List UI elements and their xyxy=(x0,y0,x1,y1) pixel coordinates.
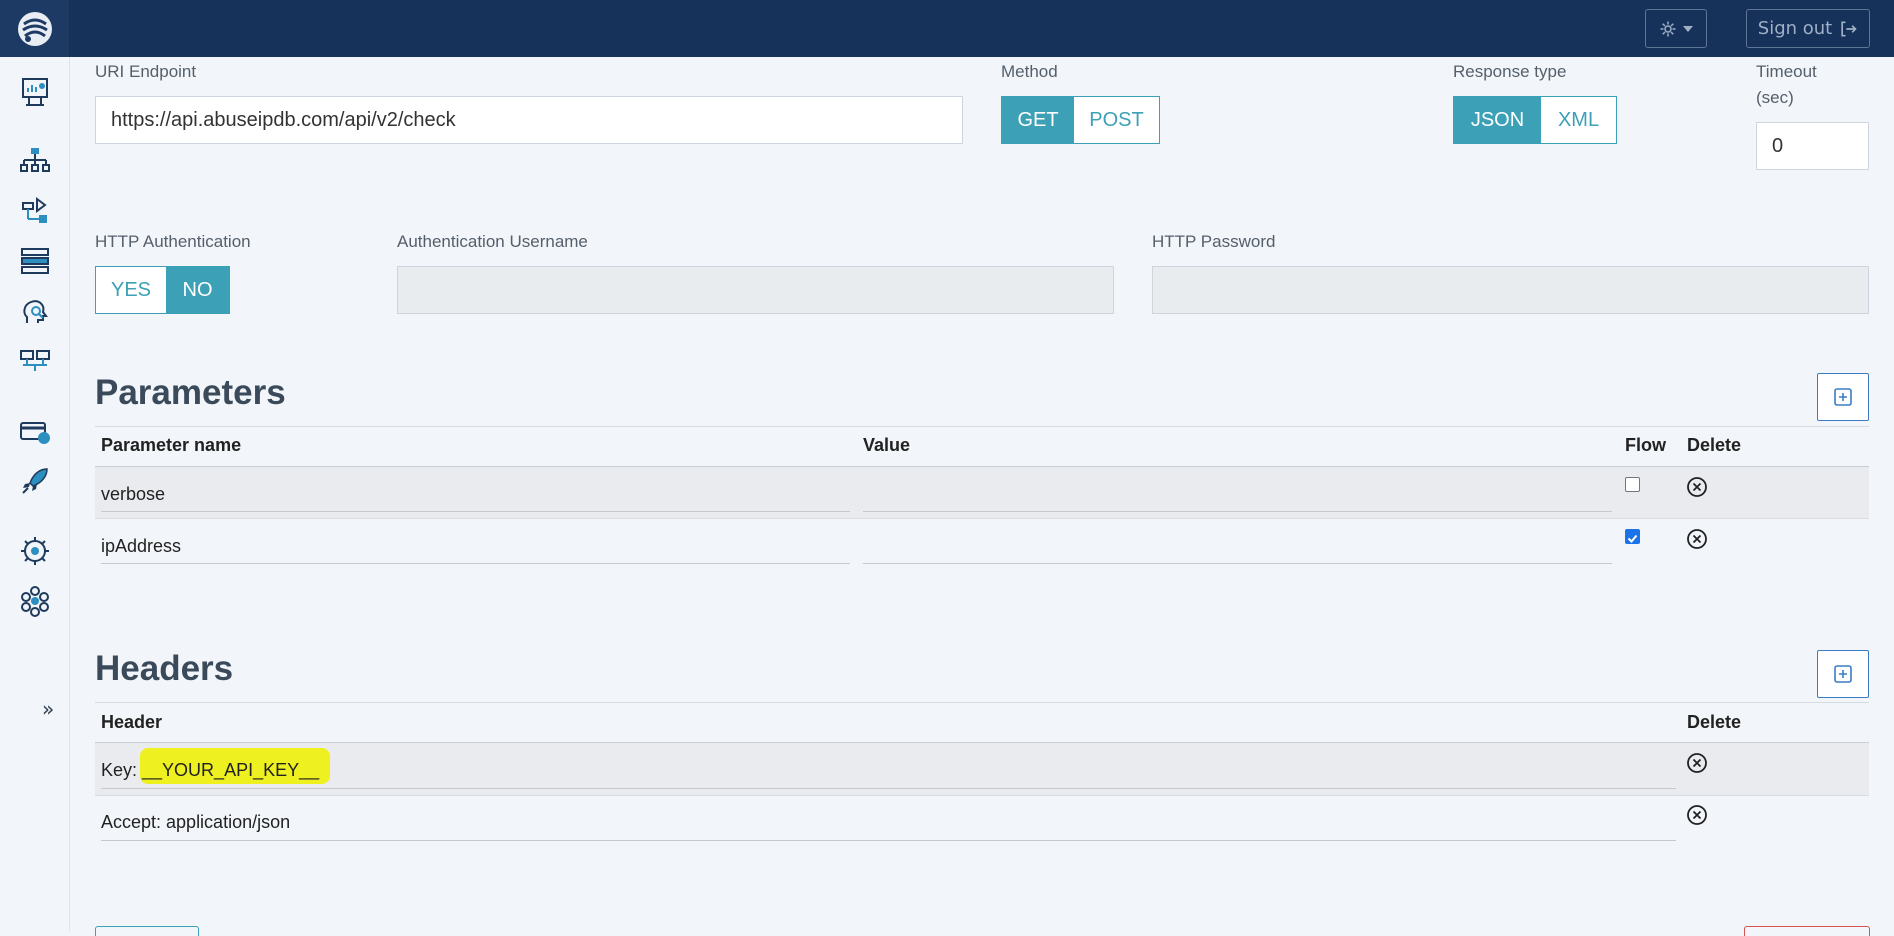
sidebar: » xyxy=(0,57,70,931)
hierarchy-icon[interactable] xyxy=(18,144,52,178)
response-type-label: Response type xyxy=(1453,62,1567,81)
workflow-icon[interactable] xyxy=(18,194,52,228)
servers-icon[interactable] xyxy=(18,344,52,378)
param-delete-header: Delete xyxy=(1687,435,1742,455)
method-label: Method xyxy=(1001,62,1058,81)
flow-checkbox[interactable] xyxy=(1625,477,1640,492)
settings-gear-icon[interactable] xyxy=(18,534,52,568)
uri-endpoint-label: URI Endpoint xyxy=(95,62,197,81)
add-header-button[interactable] xyxy=(1817,650,1869,698)
headers-divider xyxy=(95,702,1869,703)
auth-username-input[interactable] xyxy=(397,266,1114,314)
api-key-placeholder: __YOUR_API_KEY__ xyxy=(142,760,320,780)
header-cell[interactable]: Key: __YOUR_API_KEY__ xyxy=(101,760,319,781)
sign-out-label: Sign out xyxy=(1757,18,1833,39)
response-type-toggle: JSON XML xyxy=(1453,96,1617,144)
header-key-prefix: Key: xyxy=(101,760,143,780)
param-value-underline xyxy=(863,563,1612,564)
param-name-header: Parameter name xyxy=(101,435,242,455)
response-json-option[interactable]: JSON xyxy=(1454,97,1541,143)
http-auth-toggle: YES NO xyxy=(95,266,230,314)
delete-circle-x-icon[interactable] xyxy=(1686,752,1708,774)
rocket-icon[interactable] xyxy=(18,464,52,498)
flow-checkbox[interactable] xyxy=(1625,529,1640,544)
param-name-underline xyxy=(101,563,850,564)
http-auth-label: HTTP Authentication xyxy=(95,232,251,251)
bottom-right-button[interactable] xyxy=(1744,926,1870,936)
expand-sidebar-icon[interactable]: » xyxy=(42,697,54,721)
network-icon[interactable] xyxy=(18,584,52,618)
param-value-header: Value xyxy=(863,435,911,455)
delete-circle-x-icon[interactable] xyxy=(1686,528,1708,550)
sign-out-icon xyxy=(1841,21,1857,36)
parameters-title: Parameters xyxy=(95,373,286,412)
bottom-left-button[interactable] xyxy=(95,926,199,936)
dashboard-icon[interactable] xyxy=(18,75,52,109)
row-divider xyxy=(95,795,1869,796)
row-divider xyxy=(95,518,1869,519)
plus-square-icon xyxy=(1834,388,1852,406)
uri-endpoint-input[interactable]: https://api.abuseipdb.com/api/v2/check xyxy=(95,96,963,144)
settings-dropdown-button[interactable] xyxy=(1645,9,1707,48)
logo[interactable] xyxy=(0,0,69,57)
delete-circle-x-icon[interactable] xyxy=(1686,476,1708,498)
database-icon[interactable] xyxy=(18,244,52,278)
response-xml-option[interactable]: XML xyxy=(1541,97,1616,143)
param-name-cell[interactable]: verbose xyxy=(101,484,165,505)
timeout-value: 0 xyxy=(1772,134,1784,157)
plus-square-icon xyxy=(1834,665,1852,683)
header-underline xyxy=(101,788,1676,789)
caret-down-icon xyxy=(1683,25,1693,32)
header-name-header: Header xyxy=(101,712,163,732)
logo-icon xyxy=(17,11,52,46)
top-bar: Sign out xyxy=(0,0,1894,57)
analyst-icon[interactable] xyxy=(18,294,52,328)
parameters-divider xyxy=(95,426,1869,427)
param-flow-header: Flow xyxy=(1625,435,1666,455)
method-post-option[interactable]: POST xyxy=(1074,97,1159,143)
param-value-underline xyxy=(863,511,1612,512)
timeout-label: Timeout xyxy=(1756,62,1817,81)
param-name-underline xyxy=(101,511,850,512)
payment-icon[interactable] xyxy=(18,414,52,448)
header-delete-header: Delete xyxy=(1687,712,1742,732)
http-password-label: HTTP Password xyxy=(1152,232,1276,251)
auth-no-option[interactable]: NO xyxy=(166,267,229,313)
checkmark-icon xyxy=(1627,534,1638,543)
sign-out-button[interactable]: Sign out xyxy=(1746,9,1870,48)
method-get-option[interactable]: GET xyxy=(1002,97,1074,143)
method-toggle: GET POST xyxy=(1001,96,1160,144)
http-password-input[interactable] xyxy=(1152,266,1869,314)
delete-circle-x-icon[interactable] xyxy=(1686,804,1708,826)
gear-icon xyxy=(1660,21,1676,36)
auth-yes-option[interactable]: YES xyxy=(96,267,166,313)
auth-username-label: Authentication Username xyxy=(397,232,588,251)
timeout-input[interactable]: 0 xyxy=(1756,122,1869,170)
add-parameter-button[interactable] xyxy=(1817,373,1869,421)
headers-title: Headers xyxy=(95,649,234,688)
header-cell[interactable]: Accept: application/json xyxy=(101,812,290,833)
uri-endpoint-value: https://api.abuseipdb.com/api/v2/check xyxy=(111,108,456,131)
param-name-cell[interactable]: ipAddress xyxy=(101,536,181,557)
timeout-unit-label: (sec) xyxy=(1756,88,1794,107)
header-underline xyxy=(101,840,1676,841)
